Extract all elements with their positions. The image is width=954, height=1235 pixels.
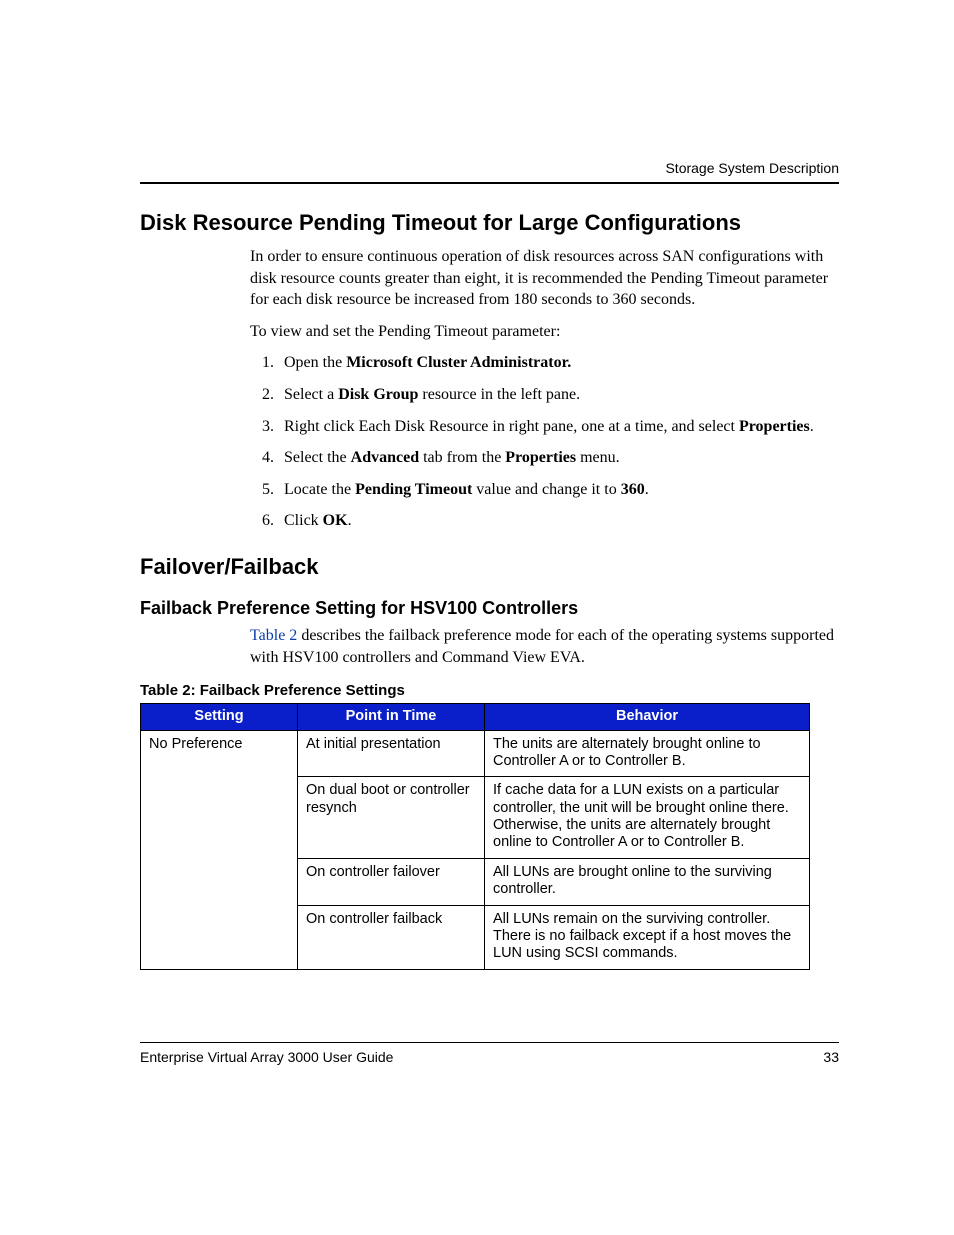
procedure-list: Open the Microsoft Cluster Administrator… (250, 352, 839, 532)
footer-title: Enterprise Virtual Array 3000 User Guide (140, 1049, 393, 1065)
section-heading-failover: Failover/Failback (140, 554, 839, 580)
document-page: Storage System Description Disk Resource… (0, 0, 954, 1235)
step-text: . (645, 481, 649, 498)
step-text-bold: Microsoft Cluster Administrator. (346, 354, 571, 371)
step-text-bold: Advanced (351, 449, 419, 466)
col-header-setting: Setting (141, 704, 298, 730)
step-text: menu. (576, 449, 620, 466)
cell-behavior: If cache data for a LUN exists on a part… (485, 777, 810, 859)
step-6: Click OK. (278, 510, 839, 532)
table-cross-ref[interactable]: Table 2 (250, 627, 297, 644)
page-footer: Enterprise Virtual Array 3000 User Guide… (140, 1042, 839, 1065)
intro-paragraph: In order to ensure continuous operation … (250, 246, 839, 311)
step-text: Select the (284, 449, 351, 466)
ref-paragraph-rest: describes the failback preference mode f… (250, 627, 834, 666)
section-heading-disk-resource: Disk Resource Pending Timeout for Large … (140, 210, 839, 236)
step-text-bold: Properties (739, 418, 810, 435)
step-text: . (810, 418, 814, 435)
lead-paragraph: To view and set the Pending Timeout para… (250, 321, 839, 343)
step-text: resource in the left pane. (418, 386, 580, 403)
page-number: 33 (823, 1049, 839, 1065)
header-rule (140, 182, 839, 184)
step-text-bold: OK (323, 512, 348, 529)
table-row: No Preference At initial presentation Th… (141, 730, 810, 777)
step-text: tab from the (419, 449, 505, 466)
step-5: Locate the Pending Timeout value and cha… (278, 479, 839, 501)
cell-time: At initial presentation (298, 730, 485, 777)
cell-behavior: All LUNs are brought online to the survi… (485, 858, 810, 905)
step-text: Select a (284, 386, 338, 403)
step-text: Locate the (284, 481, 355, 498)
step-text-bold: Pending Timeout (355, 481, 472, 498)
table-header-row: Setting Point in Time Behavior (141, 704, 810, 730)
step-2: Select a Disk Group resource in the left… (278, 384, 839, 406)
section1-body: In order to ensure continuous operation … (250, 246, 839, 532)
section2-body: Table 2 describes the failback preferenc… (250, 625, 839, 668)
failback-preference-table: Setting Point in Time Behavior No Prefer… (140, 703, 810, 970)
step-text-bold: Properties (505, 449, 576, 466)
running-head: Storage System Description (665, 160, 839, 176)
footer-rule (140, 1042, 839, 1043)
cell-time: On controller failover (298, 858, 485, 905)
cell-time: On controller failback (298, 905, 485, 969)
subsection-heading-failback: Failback Preference Setting for HSV100 C… (140, 598, 839, 619)
step-text-bold: Disk Group (338, 386, 418, 403)
table-caption: Table 2: Failback Preference Settings (140, 682, 839, 699)
table-reference-paragraph: Table 2 describes the failback preferenc… (250, 625, 839, 668)
cell-setting: No Preference (141, 730, 298, 969)
cell-behavior: The units are alternately brought online… (485, 730, 810, 777)
step-text: Right click Each Disk Resource in right … (284, 418, 739, 435)
step-text: Open the (284, 354, 346, 371)
step-text: . (348, 512, 352, 529)
step-4: Select the Advanced tab from the Propert… (278, 447, 839, 469)
page-content: Disk Resource Pending Timeout for Large … (140, 210, 839, 970)
step-1: Open the Microsoft Cluster Administrator… (278, 352, 839, 374)
col-header-behavior: Behavior (485, 704, 810, 730)
cell-time: On dual boot or controller resynch (298, 777, 485, 859)
step-text: value and change it to (472, 481, 620, 498)
col-header-time: Point in Time (298, 704, 485, 730)
cell-behavior: All LUNs remain on the surviving control… (485, 905, 810, 969)
step-text-bold: 360 (621, 481, 645, 498)
step-text: Click (284, 512, 323, 529)
step-3: Right click Each Disk Resource in right … (278, 416, 839, 438)
